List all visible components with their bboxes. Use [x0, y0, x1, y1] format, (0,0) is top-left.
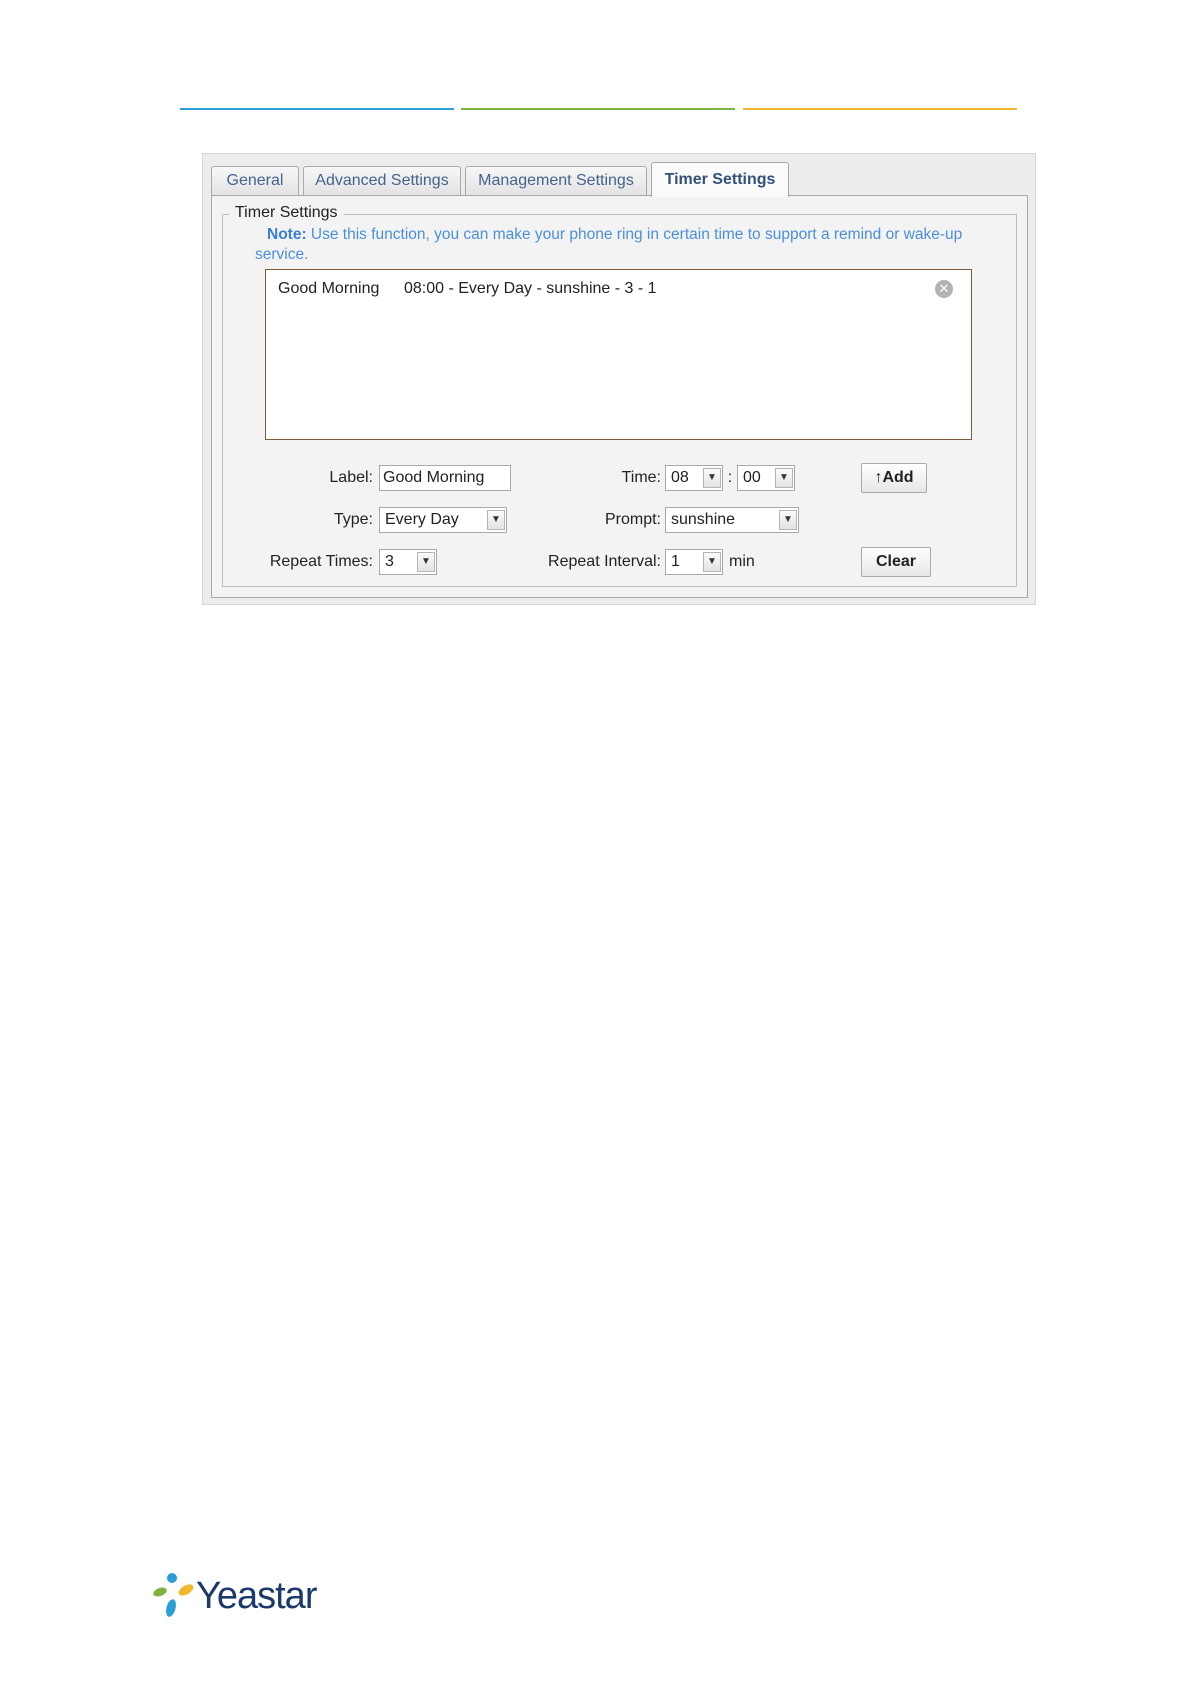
repeat-interval-unit: min: [729, 553, 755, 570]
fieldset-legend: Timer Settings: [229, 204, 344, 222]
repeat-interval-field-label: Repeat Interval:: [548, 553, 661, 570]
tab-general[interactable]: General: [211, 166, 299, 196]
timer-settings-panel: Timer Settings Note: Use this function, …: [211, 195, 1028, 598]
time-minute-select[interactable]: 00 ▼: [737, 465, 795, 491]
tab-advanced-settings[interactable]: Advanced Settings: [303, 166, 461, 196]
timer-item-label: Good Morning: [278, 280, 380, 297]
time-separator: :: [727, 469, 733, 486]
tab-management-settings[interactable]: Management Settings: [465, 166, 647, 196]
prompt-field-label: Prompt:: [604, 511, 661, 528]
repeat-interval-value: 1: [671, 553, 680, 570]
type-field-label: Type:: [333, 511, 373, 528]
time-field-label: Time:: [621, 469, 661, 486]
note-text: Note: Use this function, you can make yo…: [255, 225, 1000, 265]
timer-list[interactable]: Good Morning 08:00 - Every Day - sunshin…: [265, 269, 972, 440]
type-select[interactable]: Every Day ▼: [379, 507, 507, 533]
timer-item-detail: 08:00 - Every Day - sunshine - 3 - 1: [404, 280, 657, 297]
prompt-value: sunshine: [671, 511, 736, 528]
header-rule-green: [461, 108, 735, 110]
add-button[interactable]: ↑Add: [861, 463, 927, 493]
chevron-down-icon: ▼: [775, 468, 793, 488]
tab-timer-settings[interactable]: Timer Settings: [651, 162, 789, 197]
label-input[interactable]: [379, 465, 511, 491]
time-hour-select[interactable]: 08 ▼: [665, 465, 723, 491]
clear-button[interactable]: Clear: [861, 547, 931, 577]
type-value: Every Day: [385, 511, 459, 528]
timer-settings-fieldset: Timer Settings Note: Use this function, …: [222, 204, 1017, 587]
repeat-times-field-label: Repeat Times:: [269, 553, 373, 570]
label-field-label: Label:: [329, 469, 373, 486]
prompt-select[interactable]: sunshine ▼: [665, 507, 799, 533]
header-rule-yellow: [743, 108, 1017, 110]
repeat-times-value: 3: [385, 553, 394, 570]
time-minute-value: 00: [743, 469, 761, 486]
chevron-down-icon: ▼: [779, 510, 797, 530]
time-hour-value: 08: [671, 469, 689, 486]
repeat-interval-select[interactable]: 1 ▼: [665, 549, 723, 575]
brand-name: Yeastar: [196, 1575, 317, 1617]
settings-screenshot: General Advanced Settings Management Set…: [202, 153, 1036, 605]
chevron-down-icon: ▼: [703, 468, 721, 488]
repeat-times-select[interactable]: 3 ▼: [379, 549, 437, 575]
note-body: Use this function, you can make your pho…: [255, 226, 963, 263]
chevron-down-icon: ▼: [487, 510, 505, 530]
chevron-down-icon: ▼: [417, 552, 435, 572]
chevron-down-icon: ▼: [703, 552, 721, 572]
remove-icon[interactable]: ✕: [935, 280, 953, 298]
note-heading: Note:: [267, 226, 307, 243]
header-rule-blue: [180, 108, 454, 110]
